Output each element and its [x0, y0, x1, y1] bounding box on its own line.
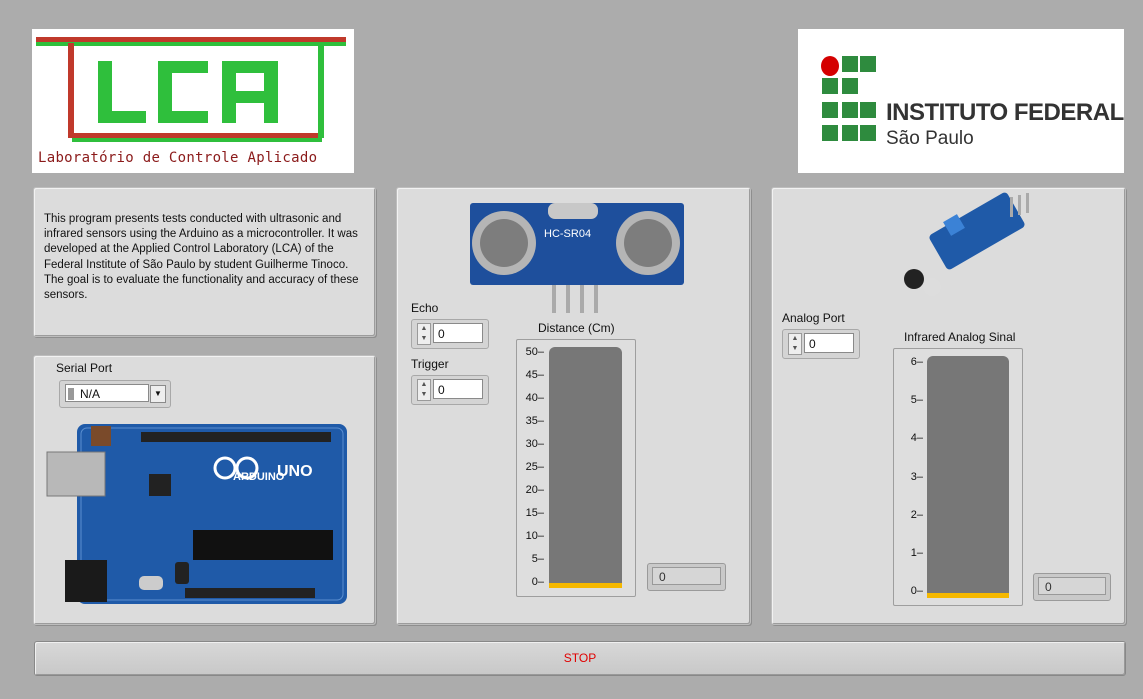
distance-tick-label: 25–: [525, 461, 544, 473]
distance-tick-label: 35–: [525, 415, 544, 427]
analog-port-control[interactable]: ▲ ▼ 0: [782, 329, 860, 359]
analog-port-input[interactable]: 0: [804, 333, 854, 353]
infrared-tick-label: 3–: [910, 470, 923, 483]
chevron-down-icon[interactable]: ▼: [150, 385, 166, 403]
lca-subtitle: Laboratório de Controle Aplicado: [38, 150, 318, 166]
infrared-tick-label: 5–: [910, 394, 923, 407]
analog-port-spinner[interactable]: ▲ ▼: [788, 333, 802, 355]
infrared-tick-label: 0–: [910, 585, 923, 597]
echo-numeric-control[interactable]: ▲ ▼ 0: [411, 319, 489, 349]
infrared-tick-label: 2–: [910, 508, 923, 521]
trigger-input[interactable]: 0: [433, 379, 483, 399]
increment-icon[interactable]: ▲: [418, 380, 430, 390]
ultrasonic-sensor-image: HC-SR04: [470, 203, 684, 313]
infrared-sensor-image: [904, 192, 1029, 296]
description-text: This program presents tests conducted wi…: [44, 213, 359, 302]
serial-port-value[interactable]: N/A: [65, 384, 149, 402]
distance-tick-label: 15–: [525, 507, 544, 519]
infrared-tank: [927, 356, 1009, 598]
decrement-icon[interactable]: ▼: [418, 390, 430, 400]
infrared-tank-fill: [927, 593, 1009, 598]
arduino-board-image: ARDUINO UNO: [46, 424, 347, 604]
echo-input[interactable]: 0: [433, 323, 483, 343]
distance-tick-label: 0–: [531, 576, 544, 588]
infrared-tick-label: 1–: [910, 546, 923, 559]
distance-tank: [549, 347, 622, 588]
increment-icon[interactable]: ▲: [789, 334, 801, 344]
distance-value: 0: [652, 567, 721, 585]
distance-tick-label: 10–: [525, 530, 544, 542]
if-title: INSTITUTO FEDERAL: [886, 99, 1124, 126]
infrared-indicator: 0: [1033, 573, 1111, 601]
distance-tank-fill: [549, 583, 622, 588]
trigger-label: Trigger: [411, 357, 449, 371]
lca-logo: Laboratório de Controle Aplicado: [32, 29, 354, 173]
increment-icon[interactable]: ▲: [418, 324, 430, 334]
arduino-model-text: UNO: [277, 463, 313, 480]
serial-port-label: Serial Port: [56, 361, 113, 375]
distance-tick-label: 45–: [525, 369, 544, 381]
io-icon: [68, 388, 74, 400]
distance-tick-label: 5–: [531, 553, 544, 565]
trigger-numeric-control[interactable]: ▲ ▼ 0: [411, 375, 489, 405]
infrared-tick-label: 6–: [910, 356, 923, 368]
echo-label: Echo: [411, 301, 439, 315]
if-logo: INSTITUTO FEDERAL São Paulo: [798, 29, 1124, 173]
distance-indicator: 0: [647, 563, 726, 591]
distance-tank-title: Distance (Cm): [538, 321, 615, 335]
echo-spinner[interactable]: ▲ ▼: [417, 323, 431, 345]
stop-button[interactable]: STOP: [34, 641, 1126, 676]
infrared-value: 0: [1038, 577, 1106, 595]
distance-tick-label: 30–: [525, 438, 544, 450]
if-subtitle: São Paulo: [886, 128, 974, 149]
distance-tick-label: 40–: [525, 392, 544, 404]
decrement-icon[interactable]: ▼: [418, 334, 430, 344]
infrared-tick-label: 4–: [910, 432, 923, 445]
distance-tick-label: 50–: [525, 346, 544, 358]
analog-port-label: Analog Port: [782, 311, 845, 325]
trigger-spinner[interactable]: ▲ ▼: [417, 379, 431, 401]
decrement-icon[interactable]: ▼: [789, 344, 801, 354]
hc-sr04-label: HC-SR04: [544, 228, 591, 240]
serial-port-select[interactable]: N/A ▼: [59, 380, 171, 408]
infrared-tank-title: Infrared Analog Sinal: [904, 330, 1016, 344]
distance-tick-label: 20–: [525, 484, 544, 496]
